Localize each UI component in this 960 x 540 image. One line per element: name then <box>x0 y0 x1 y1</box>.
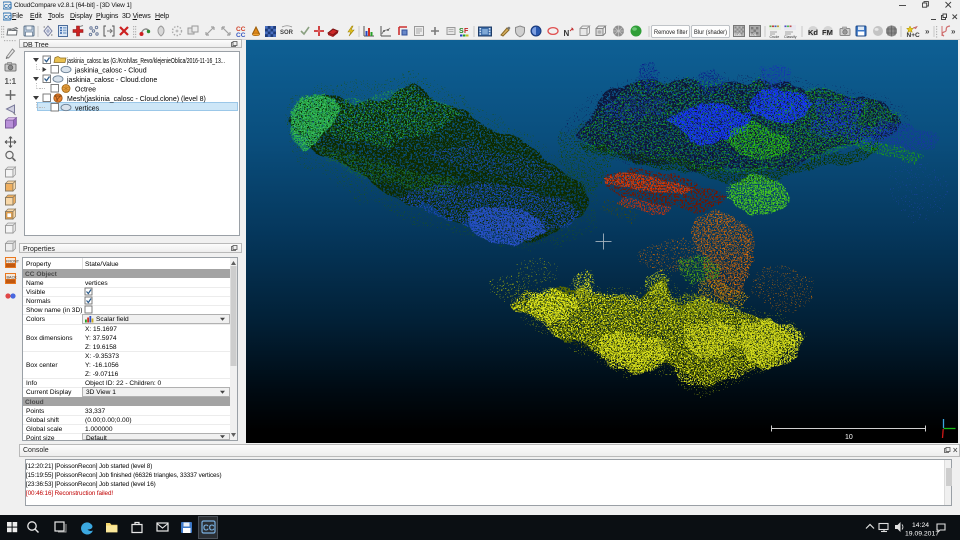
svg-text:jaskinia_calosc - Cloud.clone: jaskinia_calosc - Cloud.clone <box>66 77 157 84</box>
svg-text:jaskinia_calosc - Cloud: jaskinia_calosc - Cloud <box>74 68 147 75</box>
svg-text:1.000000: 1.000000 <box>85 426 113 433</box>
svg-text:Point size: Point size <box>26 435 55 440</box>
svg-text:vertices: vertices <box>75 106 100 113</box>
svg-text:Classify: Classify <box>784 35 797 39</box>
svg-text:N: N <box>564 29 570 38</box>
svg-text:SOR: SOR <box>280 30 294 36</box>
svg-text:Blur (shader): Blur (shader) <box>694 29 727 36</box>
svg-text:BACK: BACK <box>7 275 18 279</box>
svg-text:X: 15.1697: X: 15.1697 <box>85 326 117 333</box>
svg-text:Y: -16.1056: Y: -16.1056 <box>85 362 119 369</box>
svg-text:14:24: 14:24 <box>912 522 929 529</box>
svg-text:Global scale: Global scale <box>26 426 63 433</box>
svg-text:CC: CC <box>236 32 246 39</box>
svg-text:Normals: Normals <box>26 298 51 305</box>
svg-text:»: » <box>951 27 956 36</box>
svg-text:Global shift: Global shift <box>26 417 59 424</box>
svg-text:FRONT: FRONT <box>6 259 20 263</box>
svg-text:CC: CC <box>203 524 215 533</box>
svg-text:Object ID: 22 - Children: 0: Object ID: 22 - Children: 0 <box>85 380 162 387</box>
svg-text:Remove filter: Remove filter <box>654 29 688 36</box>
svg-text:CC Object: CC Object <box>25 271 58 278</box>
svg-text:Colors: Colors <box>26 316 46 323</box>
svg-text:»: » <box>925 27 930 36</box>
svg-text:N+C: N+C <box>907 32 920 39</box>
svg-text:X: -9.35373: X: -9.35373 <box>85 353 119 360</box>
svg-text:Mesh(jaskinia_calosc - Cloud.c: Mesh(jaskinia_calosc - Cloud.clone) (lev… <box>67 96 206 103</box>
svg-text:3D View 1: 3D View 1 <box>86 389 116 396</box>
svg-text:State/Value: State/Value <box>85 261 119 268</box>
svg-text:Scalar field: Scalar field <box>96 316 129 323</box>
svg-text:Info: Info <box>26 380 37 387</box>
svg-text:vertices: vertices <box>85 280 108 287</box>
svg-text:CC: CC <box>4 4 12 10</box>
svg-text:Current Display: Current Display <box>26 389 72 396</box>
svg-text:Cloud: Cloud <box>25 399 44 406</box>
svg-text:Octree: Octree <box>75 87 96 94</box>
svg-text:Show name (in 3D): Show name (in 3D) <box>26 307 82 314</box>
svg-text:Box dimensions: Box dimensions <box>26 335 73 342</box>
svg-text:Box center: Box center <box>26 362 58 369</box>
svg-text:33,337: 33,337 <box>85 408 106 415</box>
svg-text:F: F <box>464 28 469 35</box>
svg-text:Y: 37.5974: Y: 37.5974 <box>85 335 117 342</box>
svg-text:(0.00;0.00;0.00): (0.00;0.00;0.00) <box>85 417 132 424</box>
svg-text:EDL: EDL <box>750 33 757 37</box>
svg-text:Name: Name <box>26 280 44 287</box>
svg-text:1:1: 1:1 <box>5 77 17 86</box>
svg-text:Crude: Crude <box>770 35 780 39</box>
svg-text:10: 10 <box>845 434 853 441</box>
svg-text:Visible: Visible <box>26 289 46 296</box>
svg-text:FM: FM <box>822 28 833 37</box>
svg-text:jaskinia_calosc.las (G:/Kroh/l: jaskinia_calosc.las (G:/Kroh/las_Revo/kl… <box>66 58 225 65</box>
svg-text:CC: CC <box>4 15 12 21</box>
svg-text:Points: Points <box>26 408 45 415</box>
svg-text:LOD: LOD <box>734 33 742 37</box>
svg-text:Property: Property <box>26 261 52 268</box>
svg-text:Z: 19.6158: Z: 19.6158 <box>85 344 117 351</box>
svg-text:Kd: Kd <box>808 28 818 37</box>
svg-text:19.09.2017: 19.09.2017 <box>905 531 939 538</box>
svg-text:Z: -9.07116: Z: -9.07116 <box>85 371 119 378</box>
svg-text:Default: Default <box>86 435 107 440</box>
